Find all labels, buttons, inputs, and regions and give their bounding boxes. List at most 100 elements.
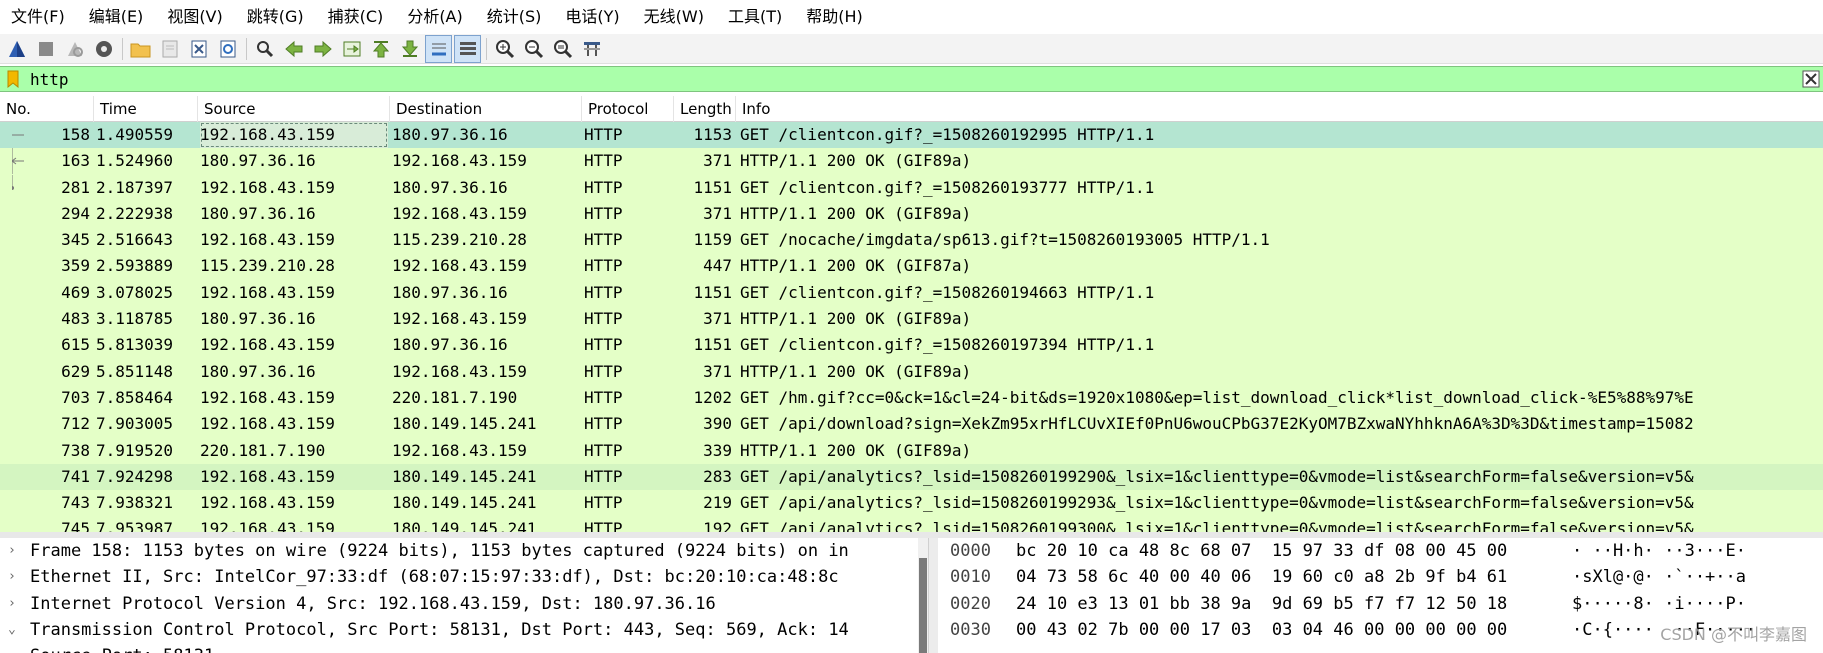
menu-item-1[interactable]: 编辑(E) xyxy=(78,0,157,34)
cell-dst: 192.168.43.159 xyxy=(392,256,527,276)
cell-no: 483 xyxy=(61,309,90,329)
table-row[interactable]: 615 5.813039 192.168.43.159 180.97.36.16 HTT… xyxy=(0,332,1823,359)
table-row[interactable]: 629 5.851148 180.97.36.16 192.168.43.159 HTT… xyxy=(0,358,1823,385)
cell-info: GET /hm.gif?cc=0&ck=1&cl=24-bit&ds=1920x… xyxy=(740,387,1694,407)
table-row[interactable]: 745 7.953987 192.168.43.159 180.149.145.241… xyxy=(0,516,1823,532)
display-filter-bar xyxy=(0,66,1823,92)
details-scrollbar[interactable] xyxy=(918,538,928,653)
cell-proto: HTTP xyxy=(584,177,623,197)
cell-src: 192.168.43.159 xyxy=(200,282,335,302)
restart-capture-icon[interactable] xyxy=(62,36,87,62)
column-header-protocol[interactable]: Protocol xyxy=(582,96,674,122)
save-file-icon[interactable] xyxy=(157,36,182,62)
cell-no: 359 xyxy=(61,256,90,276)
cell-dst: 192.168.43.159 xyxy=(392,309,527,329)
table-row[interactable]: 294 2.222938 180.97.36.16 192.168.43.159 HTT… xyxy=(0,200,1823,228)
column-header-source[interactable]: Source xyxy=(198,96,390,122)
start-capture-icon[interactable] xyxy=(4,36,29,62)
go-to-packet-icon[interactable] xyxy=(339,36,364,62)
menu-item-5[interactable]: 分析(A) xyxy=(396,0,475,34)
display-filter-input[interactable] xyxy=(22,67,1801,91)
table-row[interactable]: 345 2.516643 192.168.43.159 115.239.210.28 H… xyxy=(0,227,1823,254)
table-row[interactable]: 483 3.118785 180.97.36.16 192.168.43.159 HTT… xyxy=(0,306,1823,333)
cell-len: 390 xyxy=(703,414,732,434)
go-forward-icon[interactable] xyxy=(310,36,335,62)
cell-info: GET /api/analytics?_lsid=1508260199290&_… xyxy=(740,466,1694,486)
menu-item-3[interactable]: 跳转(G) xyxy=(236,0,317,34)
cell-dst: 180.149.145.241 xyxy=(392,493,537,513)
clear-filter-icon[interactable] xyxy=(1801,69,1821,89)
byte-offset: 0010 xyxy=(950,567,991,588)
table-row[interactable]: 738 7.919520 220.181.7.190 192.168.43.159 HT… xyxy=(0,437,1823,464)
scrollbar-thumb[interactable] xyxy=(919,558,927,653)
go-last-icon[interactable] xyxy=(397,36,422,62)
hex-dump-row[interactable]: 0010 04 73 58 6c 40 00 40 06 19 60 c0 a8 … xyxy=(938,564,1823,590)
bookmark-icon[interactable] xyxy=(4,69,22,89)
packet-list-header: No. Time Source Destination Protocol Len… xyxy=(0,96,1823,122)
menu-item-9[interactable]: 工具(T) xyxy=(717,0,795,34)
menu-item-4[interactable]: 捕获(C) xyxy=(317,0,397,34)
zoom-normal-icon[interactable] xyxy=(550,36,575,62)
detail-text: Frame 158: 1153 bytes on wire (9224 bits… xyxy=(30,541,849,561)
stop-capture-icon[interactable] xyxy=(33,36,58,62)
close-file-icon[interactable] xyxy=(186,36,211,62)
column-header-time[interactable]: Time xyxy=(94,96,198,122)
cell-proto: HTTP xyxy=(584,230,623,250)
detail-tree-item[interactable]: › Ethernet II, Src: IntelCor_97:33:df (68… xyxy=(0,564,920,590)
column-header-length[interactable]: Length xyxy=(674,96,736,122)
packet-rows: 158 1.490559 192.168.43.159 180.97.36.16 HTT… xyxy=(0,122,1823,532)
cell-len: 371 xyxy=(703,361,732,381)
table-row[interactable]: 281 2.187397 192.168.43.159 180.97.36.16 HTT… xyxy=(0,174,1823,201)
resize-columns-icon[interactable] xyxy=(579,36,604,62)
table-row[interactable]: 743 7.938321 192.168.43.159 180.149.145.241… xyxy=(0,490,1823,517)
hex-dump-row[interactable]: 0000 bc 20 10 ca 48 8c 68 07 15 97 33 df … xyxy=(938,538,1823,564)
capture-options-icon[interactable] xyxy=(91,36,116,62)
cell-time: 7.903005 xyxy=(96,414,174,434)
cell-src: 180.97.36.16 xyxy=(200,361,316,381)
detail-tree-item[interactable]: › Internet Protocol Version 4, Src: 192.1… xyxy=(0,591,920,617)
menu-item-6[interactable]: 统计(S) xyxy=(476,0,555,34)
column-header-destination[interactable]: Destination xyxy=(390,96,582,122)
colorize-icon[interactable] xyxy=(454,34,481,63)
find-packet-icon[interactable] xyxy=(252,36,277,62)
go-back-icon[interactable] xyxy=(281,36,306,62)
menu-bar: 文件(F) 编辑(E) 视图(V) 跳转(G) 捕获(C) 分析(A) 统计(S) 电话(Y)… xyxy=(0,0,1823,34)
cell-len: 1159 xyxy=(693,230,732,250)
menu-item-10[interactable]: 帮助(H) xyxy=(795,0,876,34)
expanded-arrow-icon[interactable]: ⌄ xyxy=(8,617,22,643)
main-toolbar xyxy=(0,34,1823,64)
open-file-icon[interactable] xyxy=(128,36,153,62)
table-row[interactable]: 359 2.593889 115.239.210.28 192.168.43.159 H… xyxy=(0,253,1823,280)
cell-no: 712 xyxy=(61,414,90,434)
zoom-in-icon[interactable] xyxy=(492,36,517,62)
detail-tree-item[interactable]: ⌄ Transmission Control Protocol, Src Port… xyxy=(0,617,920,643)
collapsed-arrow-icon[interactable]: › xyxy=(8,591,22,617)
column-header-info[interactable]: Info xyxy=(736,96,1823,122)
table-row[interactable]: 163 1.524960 180.97.36.16 192.168.43.159 HTT… xyxy=(0,148,1823,175)
detail-tree-item[interactable]: Source Port: 58131 xyxy=(0,643,920,653)
cell-time: 5.813039 xyxy=(96,335,174,355)
menu-item-0[interactable]: 文件(F) xyxy=(0,0,78,34)
collapsed-arrow-icon[interactable]: › xyxy=(8,564,22,590)
collapsed-arrow-icon[interactable]: › xyxy=(8,538,22,564)
menu-item-7[interactable]: 电话(Y) xyxy=(554,0,632,34)
cell-len: 371 xyxy=(703,151,732,171)
column-header-no[interactable]: No. xyxy=(0,96,94,122)
cell-len: 339 xyxy=(703,440,732,460)
cell-time: 7.953987 xyxy=(96,519,174,532)
detail-tree-item[interactable]: › Frame 158: 1153 bytes on wire (9224 bit… xyxy=(0,538,920,564)
hex-bytes: bc 20 10 ca 48 8c 68 07 15 97 33 df 08 0… xyxy=(1016,541,1508,561)
menu-item-2[interactable]: 视图(V) xyxy=(156,0,235,34)
hex-dump-row[interactable]: 0020 24 10 e3 13 01 bb 38 9a 9d 69 b5 f7 … xyxy=(938,591,1823,617)
auto-scroll-icon[interactable] xyxy=(425,34,452,63)
table-row[interactable]: 741 7.924298 192.168.43.159 180.149.145.241… xyxy=(0,463,1823,491)
zoom-out-icon[interactable] xyxy=(521,36,546,62)
cell-no: 281 xyxy=(61,177,90,197)
table-row[interactable]: 703 7.858464 192.168.43.159 220.181.7.190 HT… xyxy=(0,384,1823,412)
go-first-icon[interactable] xyxy=(368,36,393,62)
table-row[interactable]: 158 1.490559 192.168.43.159 180.97.36.16 HTT… xyxy=(0,122,1823,149)
reload-file-icon[interactable] xyxy=(215,36,240,62)
menu-item-8[interactable]: 无线(W) xyxy=(633,0,717,34)
table-row[interactable]: 712 7.903005 192.168.43.159 180.149.145.241… xyxy=(0,411,1823,438)
table-row[interactable]: 469 3.078025 192.168.43.159 180.97.36.16 HTT… xyxy=(0,279,1823,307)
